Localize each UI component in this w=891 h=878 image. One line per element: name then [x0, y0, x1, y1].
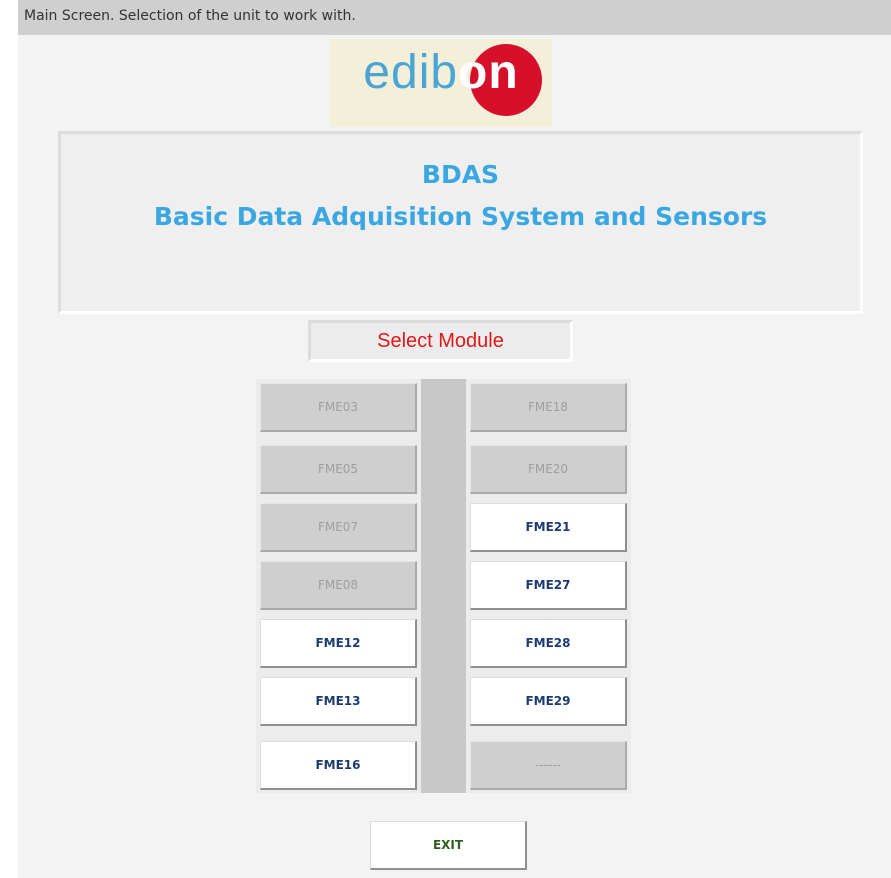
edibon-logo: edibon — [330, 39, 552, 127]
module-button-fme16[interactable]: FME16 — [260, 741, 417, 790]
title-full-name: Basic Data Adquisition System and Sensor… — [153, 202, 768, 231]
caption-text: Main Screen. Selection of the unit to wo… — [24, 8, 356, 24]
title-panel: BDAS Basic Data Adquisition System and S… — [58, 131, 863, 314]
module-button-fme13[interactable]: FME13 — [260, 677, 417, 726]
caption-bar: Main Screen. Selection of the unit to wo… — [18, 0, 891, 35]
logo-text: edibon — [330, 45, 552, 100]
module-button-fme21[interactable]: FME21 — [470, 503, 627, 552]
logo-text-tail: on — [458, 46, 519, 99]
module-button-empty: ------ — [470, 741, 627, 790]
module-button-fme20: FME20 — [470, 445, 627, 494]
module-panel: FME03 FME18 FME05 FME20 FME07 FME21 FME08 FME27… — [256, 379, 631, 793]
exit-button[interactable]: EXIT — [370, 821, 527, 870]
select-module-label: Select Module — [308, 320, 573, 362]
module-button-fme28[interactable]: FME28 — [470, 619, 627, 668]
module-button-fme03: FME03 — [260, 383, 417, 432]
module-button-fme18: FME18 — [470, 383, 627, 432]
module-button-fme29[interactable]: FME29 — [470, 677, 627, 726]
module-button-fme07: FME07 — [260, 503, 417, 552]
title-bdas: BDAS — [421, 160, 500, 189]
module-button-fme27[interactable]: FME27 — [470, 561, 627, 610]
module-button-fme05: FME05 — [260, 445, 417, 494]
module-button-fme08: FME08 — [260, 561, 417, 610]
logo-text-main: edib — [363, 46, 459, 99]
module-button-fme12[interactable]: FME12 — [260, 619, 417, 668]
